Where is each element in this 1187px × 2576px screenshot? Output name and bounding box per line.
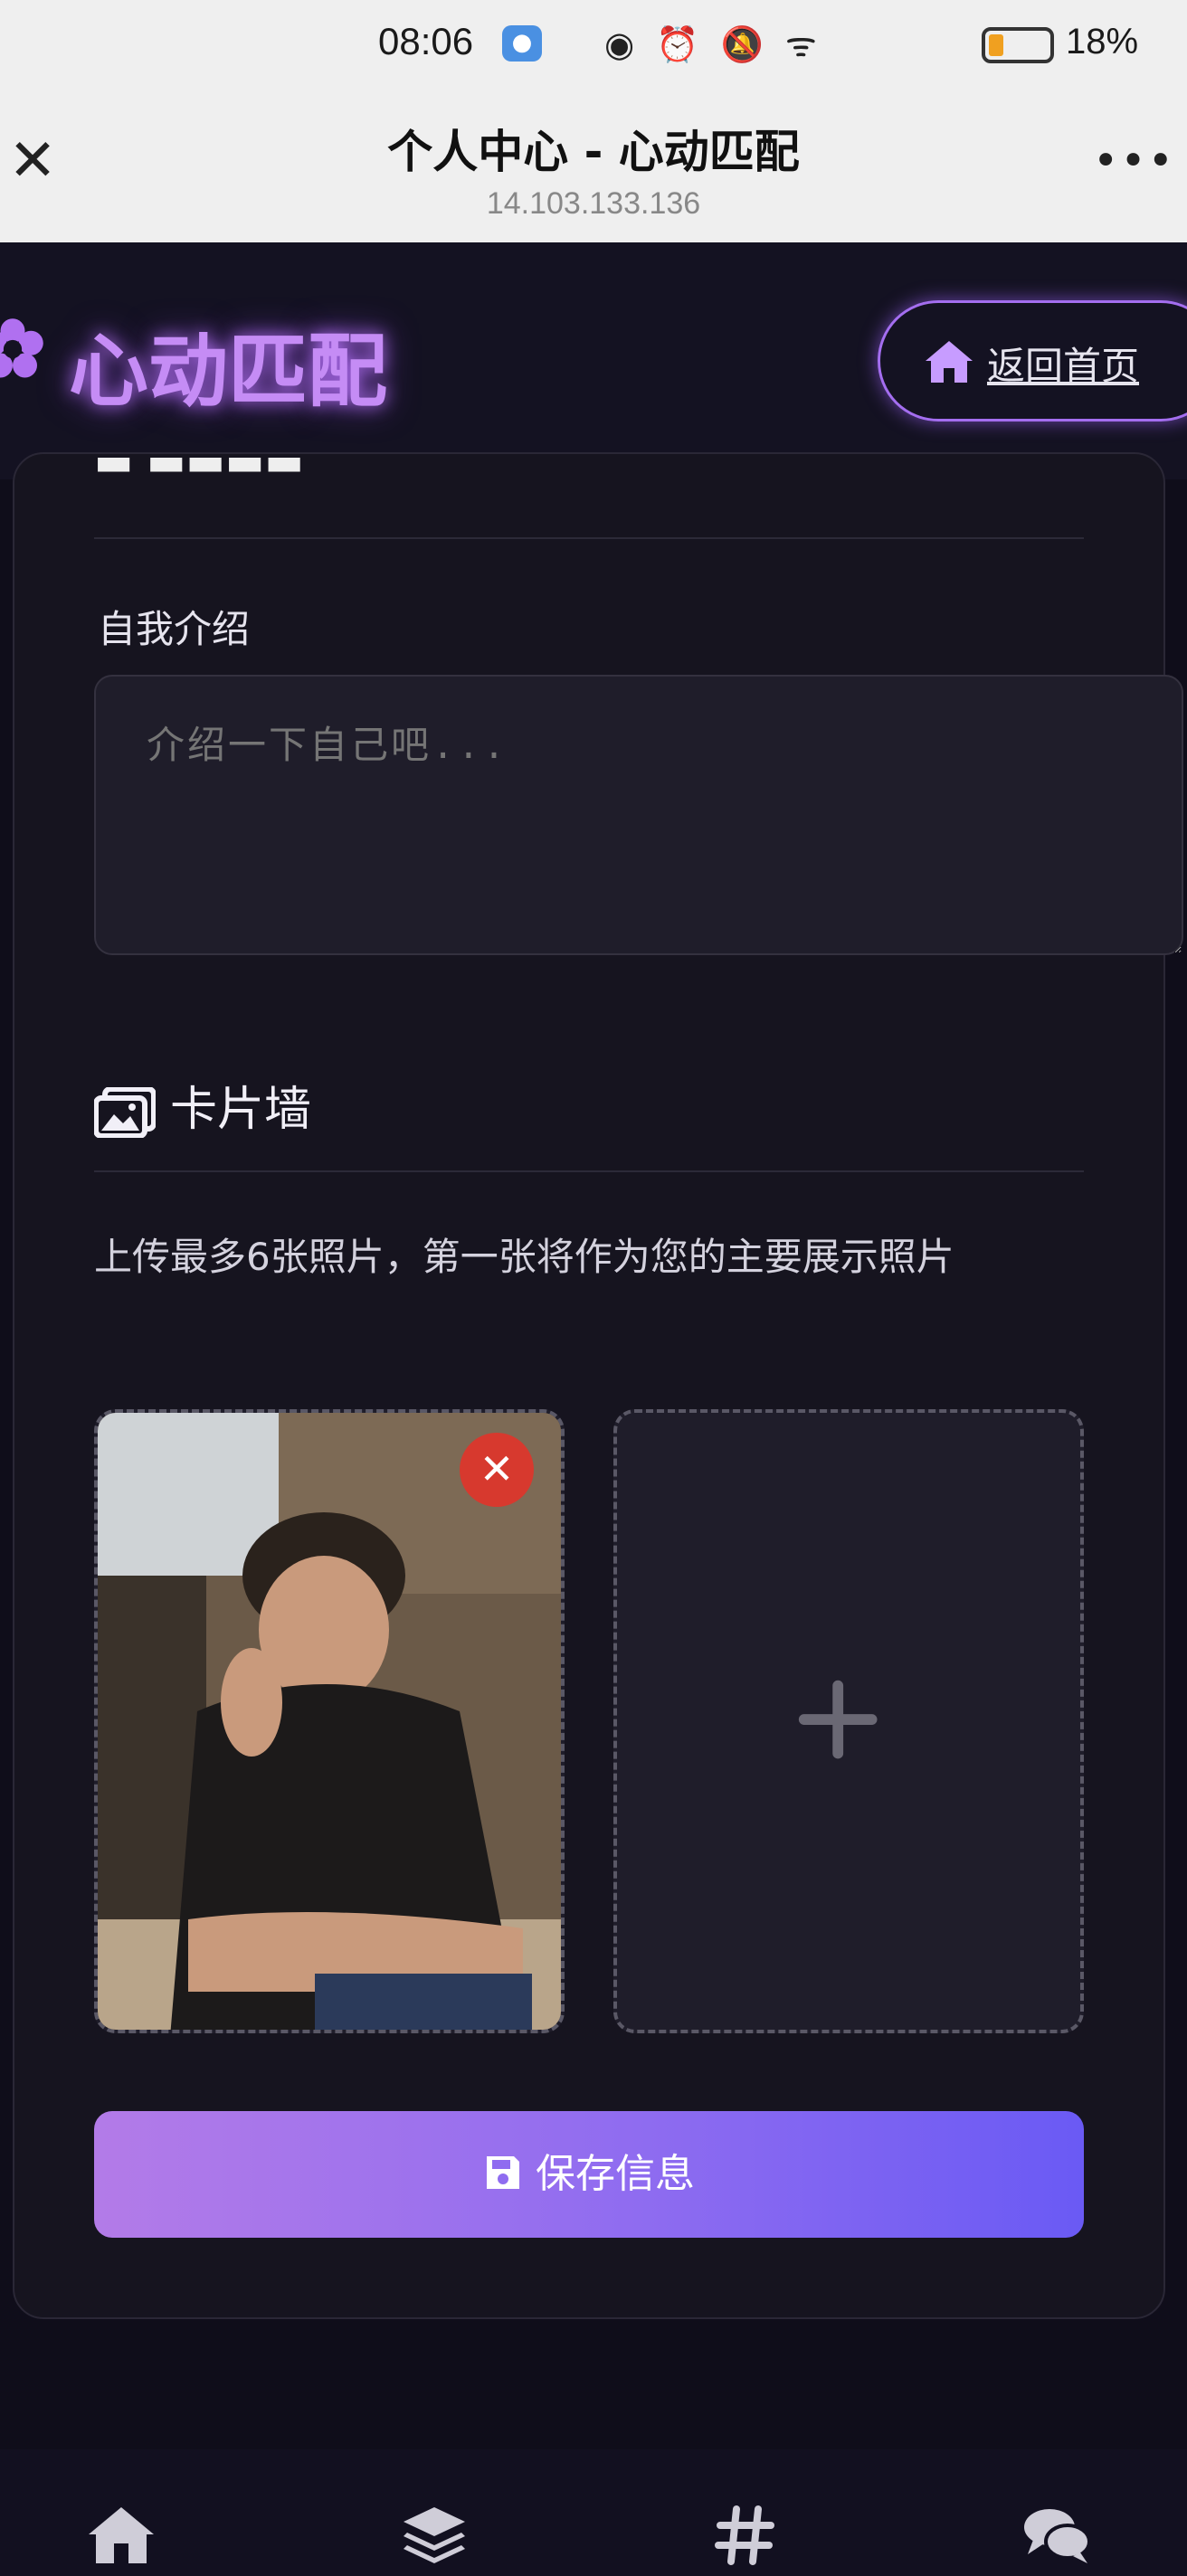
bio-textarea[interactable] <box>94 675 1183 955</box>
message-app-icon: ● <box>502 25 542 62</box>
card-wall-title-text: 卡片墙 <box>170 1083 312 1137</box>
remove-photo-button[interactable]: ✕ <box>460 1433 534 1507</box>
battery-icon <box>982 27 1054 63</box>
bottom-nav <box>0 2449 1187 2576</box>
card-wall-title: 卡片墙 <box>94 1071 311 1139</box>
plus-icon <box>798 1680 878 1759</box>
nav-home[interactable] <box>67 2504 176 2576</box>
home-button[interactable]: 返回首页 <box>878 300 1187 421</box>
nav-layers[interactable] <box>380 2504 489 2576</box>
photo-slot-1[interactable]: ✕ <box>94 1409 565 2033</box>
page-title: 个人中心 - 心动匹配 <box>387 126 800 178</box>
floppy-icon <box>487 2156 519 2189</box>
nav-topics[interactable] <box>691 2504 800 2576</box>
status-bar: 08:06 ● ◉ ⏰ 🔕 ᯤ 18% <box>0 0 1187 90</box>
more-icon[interactable]: ••• <box>1093 136 1175 186</box>
home-icon <box>89 2507 154 2563</box>
battery-percent: 18% <box>1066 22 1139 62</box>
save-button-label: 保存信息 <box>536 2151 695 2197</box>
save-button[interactable]: 保存信息 <box>94 2111 1084 2238</box>
card-wall-hint: 上传最多6张照片，第一张将作为您的主要展示照片 <box>94 1235 954 1279</box>
brand-title: 心动匹配 <box>69 325 388 418</box>
browser-bar: ✕ 个人中心 - 心动匹配 14.103.133.136 ••• <box>0 90 1187 242</box>
app-header: 心动匹配 返回首页 <box>0 242 1187 479</box>
nav-chat[interactable] <box>1002 2504 1111 2576</box>
divider <box>94 537 1084 539</box>
home-button-label: 返回首页 <box>987 344 1140 388</box>
add-photo-slot[interactable] <box>613 1409 1084 2033</box>
chat-icon <box>1024 2509 1091 2563</box>
bio-label: 自我介绍 <box>98 607 251 651</box>
section-heading-cut: ▬ ▬▬▬▬ <box>94 458 304 485</box>
hashtag-icon <box>715 2505 774 2565</box>
system-icons: ◉ ⏰ 🔕 ᯤ <box>604 24 822 64</box>
page-url: 14.103.133.136 <box>486 186 701 221</box>
flower-icon <box>0 318 43 378</box>
status-time: 08:06 <box>378 20 474 62</box>
home-icon <box>926 341 973 383</box>
layers-icon <box>404 2507 465 2563</box>
images-icon <box>94 1087 156 1138</box>
divider <box>94 1170 1084 1172</box>
